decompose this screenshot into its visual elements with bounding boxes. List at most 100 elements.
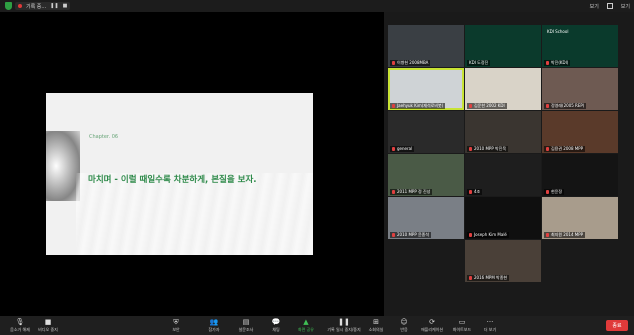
shared-screen: Chapter. 06 마치며 - 이럴 때일수록 차분하게, 본질을 보자.	[0, 12, 384, 316]
video-icon: ■	[44, 318, 52, 326]
more-icon: ···	[486, 318, 494, 326]
mic-muted-icon	[546, 147, 549, 151]
participant-name: 박진(KDI)	[544, 60, 571, 66]
participant-tile[interactable]: 2011 MPP 정 진성	[388, 154, 464, 196]
participant-tile[interactable]: 4조	[465, 154, 541, 196]
participant-tile[interactable]: KDI School 박진(KDI)	[542, 25, 618, 67]
participants-icon: 👥	[209, 318, 219, 326]
participant-name-text: general	[397, 146, 413, 151]
slide-chapter: Chapter. 06	[89, 134, 119, 140]
more-button[interactable]: ··· 더 보기	[472, 318, 508, 334]
participant-name-text: 2010 MPP 박진묵	[474, 146, 507, 151]
mic-muted-icon	[469, 147, 472, 151]
participant-tile[interactable]: 2016 MPM 박종현	[465, 240, 541, 282]
participant-name: 2011 MPP 정 진성	[390, 189, 433, 195]
presentation-slide: Chapter. 06 마치며 - 이럴 때일수록 차분하게, 본질을 보자.	[46, 93, 313, 255]
share-screen-button[interactable]: ▲ 화면 공유	[288, 318, 324, 334]
participant-name-text: 2016 MPM 박종현	[474, 275, 508, 280]
participant-tile[interactable]: 최지원 2014 MPP	[542, 197, 618, 239]
speaker-view-button[interactable]: 보기	[590, 3, 599, 10]
participant-name-text: 최지원 2014 MPP	[551, 232, 584, 237]
mic-muted-icon	[392, 190, 395, 194]
participant-tile[interactable]: 현윤정	[542, 154, 618, 196]
participant-name: 정영래(2005 REP)	[544, 103, 587, 109]
record-dot-icon	[18, 4, 22, 8]
participant-tile[interactable]: 이병헌 2008MBA	[388, 25, 464, 67]
participant-name-text: 현윤정	[551, 189, 563, 194]
participant-name: Jaehyuk Kim(재석로비봇)	[390, 103, 446, 109]
security-icon: ⛨	[173, 318, 179, 326]
apps-icon: ⟳	[429, 318, 435, 326]
participant-name: 김용권 2008 MPP	[544, 146, 586, 152]
participant-name: Joseph Kim Malé	[467, 232, 509, 238]
slide-globe-graphic	[46, 131, 80, 201]
meeting-controls: 🎙 음소거 해제 ■ 비디오 중지 ⛨ 보안 👥 참가자 ▤ 설문조사 💬 채팅…	[0, 316, 634, 335]
participant-tile[interactable]: Jaehyuk Kim(재석로비봇)	[388, 68, 464, 110]
participant-name-text: 정영래(2005 REP)	[551, 103, 585, 108]
participant-tile[interactable]: 정영래(2005 REP)	[542, 68, 618, 110]
poll-icon: ▤	[242, 318, 250, 326]
participant-name: 이병헌 2008MBA	[390, 60, 431, 66]
mic-muted-icon	[546, 61, 549, 65]
whiteboard-icon: ▭	[458, 318, 466, 326]
record-pause-icon: ❚❚	[338, 318, 350, 326]
slide-light-rays	[76, 173, 313, 255]
participant-name-text: Jaehyuk Kim(재석로비봇)	[397, 103, 444, 108]
stop-video-button[interactable]: ■ 비디오 중지	[30, 318, 66, 334]
participant-name: 2010 MPP 윤종석	[390, 232, 432, 238]
mic-muted-icon	[546, 190, 549, 194]
mic-muted-icon: 🎙	[15, 318, 25, 326]
participant-name: 4조	[467, 189, 483, 195]
participant-name-text: Joseph Kim Malé	[474, 232, 507, 237]
pause-icon[interactable]: ❚❚	[50, 3, 58, 9]
top-bar: 기록 중... ❚❚ ■ 보기 보기	[0, 0, 634, 12]
participant-name-text: KDI 도정진	[469, 60, 489, 65]
mic-muted-icon	[392, 104, 395, 108]
mic-muted-icon	[392, 233, 395, 237]
recording-label: 기록 중...	[26, 3, 47, 10]
participant-gallery: 이병헌 2008MBA KDI 도정진 KDI School 박진(KDI) Jaehy…	[384, 12, 634, 316]
mic-muted-icon	[546, 233, 549, 237]
record-pause-button[interactable]: ❚❚ 기록 일시 중지/중지	[326, 318, 362, 334]
mic-muted-icon	[392, 147, 395, 151]
reactions-icon: ☺	[400, 318, 408, 326]
participant-name: 현윤정	[544, 189, 565, 195]
participant-name-text: 4조	[474, 189, 481, 194]
participants-button[interactable]: 👥 참가자	[196, 318, 232, 334]
participant-tile[interactable]: 2010 MPP 윤종석	[388, 197, 464, 239]
participant-tile[interactable]: 김용권 2008 MPP	[542, 111, 618, 153]
participant-name-text: 2011 MPP 정 진성	[397, 189, 431, 194]
mic-muted-icon	[469, 233, 472, 237]
participant-name: 김운한 2002 KDI	[467, 103, 507, 109]
view-button[interactable]: 보기	[621, 3, 630, 10]
participant-tile[interactable]: 김운한 2002 KDI	[465, 68, 541, 110]
participant-tile[interactable]: KDI 도정진	[465, 25, 541, 67]
tile-brand-text: KDI School	[547, 29, 569, 34]
recording-indicator: 기록 중... ❚❚ ■	[15, 2, 71, 10]
end-meeting-button[interactable]: 종료	[606, 320, 628, 331]
participant-tile[interactable]: general	[388, 111, 464, 153]
participant-name: 2016 MPM 박종현	[467, 275, 510, 281]
participant-name: 최지원 2014 MPP	[544, 232, 586, 238]
slide-heading: 마치며 - 이럴 때일수록 차분하게, 본질을 보자.	[88, 175, 257, 185]
mic-muted-icon	[469, 104, 472, 108]
participant-tile[interactable]: 2010 MPP 박진묵	[465, 111, 541, 153]
participant-name-text: 박진(KDI)	[551, 60, 569, 65]
mic-muted-icon	[469, 190, 472, 194]
participant-name-text: 이병헌 2008MBA	[397, 60, 429, 65]
participant-name-text: 김용권 2008 MPP	[551, 146, 584, 151]
share-screen-icon: ▲	[303, 318, 309, 326]
chat-icon: 💬	[271, 318, 281, 326]
security-button[interactable]: ⛨ 보안	[158, 318, 194, 334]
breakout-icon: ⊞	[373, 318, 379, 326]
shield-icon[interactable]	[5, 2, 12, 10]
stop-icon[interactable]: ■	[63, 3, 68, 9]
mic-muted-icon	[392, 61, 395, 65]
participant-name-text: 김운한 2002 KDI	[474, 103, 505, 108]
view-controls: 보기 보기	[590, 1, 630, 11]
gallery-view-icon[interactable]	[606, 3, 613, 9]
participant-name: 2010 MPP 박진묵	[467, 146, 509, 152]
participant-tile[interactable]: Joseph Kim Malé	[465, 197, 541, 239]
participant-name: general	[390, 146, 415, 152]
participant-name: KDI 도정진	[467, 60, 491, 66]
